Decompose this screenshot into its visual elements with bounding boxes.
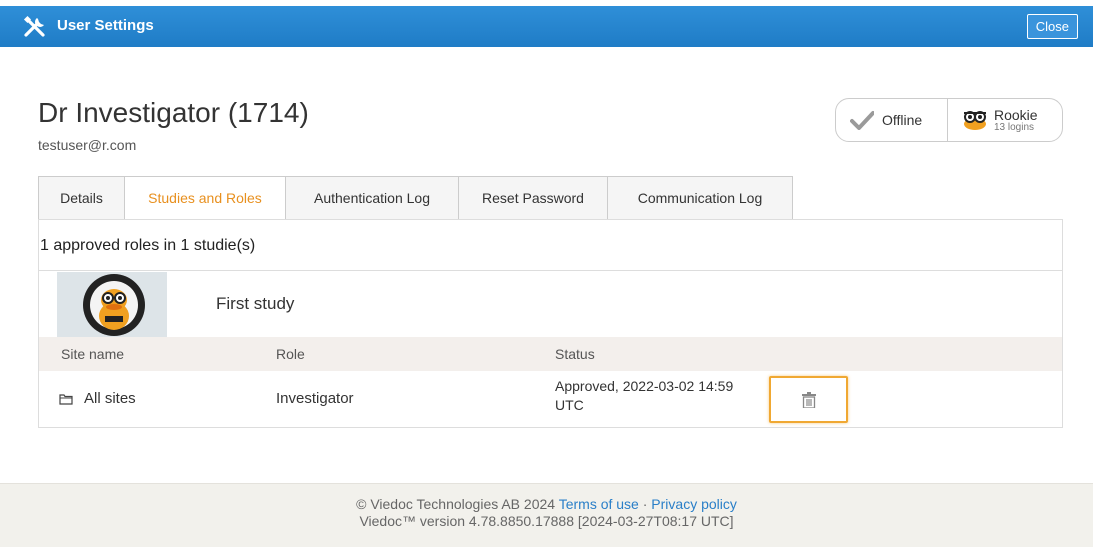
status-cell-line-1: Approved, 2022-03-02 14:59: [555, 378, 734, 394]
close-button[interactable]: Close: [1026, 14, 1078, 39]
level-label: Rookie: [994, 106, 1038, 123]
study-name: First study: [216, 294, 295, 313]
experience-level: Rookie 13 logins: [948, 99, 1062, 141]
trash-icon: [801, 391, 816, 408]
glasses-icon: [964, 111, 986, 130]
roles-summary: 1 approved roles in 1 studie(s): [39, 220, 1062, 271]
privacy-policy-link[interactable]: Privacy policy: [651, 496, 737, 512]
tab-details[interactable]: Details: [38, 176, 125, 220]
column-header-role: Role: [276, 346, 305, 362]
delete-role-button[interactable]: [769, 376, 848, 423]
tab-authentication-log[interactable]: Authentication Log: [286, 176, 459, 220]
footer: © Viedoc Technologies AB 2024 Terms of u…: [0, 483, 1093, 547]
user-status-group: Offline Rookie 13 logins: [835, 98, 1063, 142]
user-email: testuser@r.com: [38, 137, 137, 153]
roles-table-header: Site name Role Status: [39, 337, 1062, 371]
column-header-site-name: Site name: [61, 346, 125, 362]
footer-links: © Viedoc Technologies AB 2024 Terms of u…: [0, 496, 1093, 512]
tools-icon: [23, 15, 45, 37]
site-name-cell: All sites: [84, 390, 136, 407]
user-name: Dr Investigator (1714): [38, 97, 309, 128]
column-header-status: Status: [555, 346, 595, 362]
settings-tabs: Details Studies and Roles Authentication…: [38, 176, 793, 220]
tab-reset-password[interactable]: Reset Password: [459, 176, 608, 220]
status-cell-line-2: UTC: [555, 397, 584, 413]
study-logo: [57, 272, 167, 337]
tab-studies-and-roles[interactable]: Studies and Roles: [125, 176, 286, 220]
terms-of-use-link[interactable]: Terms of use: [559, 496, 639, 512]
study-row: First study: [39, 272, 1062, 337]
footer-separator: ·: [642, 496, 648, 512]
roles-summary-text: 1 approved roles in 1 studie(s): [40, 237, 256, 254]
title-bar: User Settings Close: [0, 6, 1093, 47]
logins-count: 13 logins: [994, 121, 1035, 133]
studies-roles-panel: 1 approved roles in 1 studie(s) First st…: [38, 219, 1063, 428]
table-row: All sites Investigator Approved, 2022-03…: [39, 371, 1062, 428]
check-icon: [850, 111, 874, 130]
copyright: © Viedoc Technologies AB 2024: [356, 496, 556, 512]
tab-communication-log[interactable]: Communication Log: [608, 176, 793, 220]
version-info: Viedoc™ version 4.78.8850.17888 [2024-03…: [359, 513, 734, 529]
window-title: User Settings: [57, 17, 154, 34]
folder-icon: [59, 394, 73, 405]
role-cell: Investigator: [276, 390, 354, 407]
controlled-by-viedoc-badge-icon: [57, 272, 167, 337]
online-status: Offline: [836, 99, 948, 141]
online-status-label: Offline: [882, 112, 923, 128]
